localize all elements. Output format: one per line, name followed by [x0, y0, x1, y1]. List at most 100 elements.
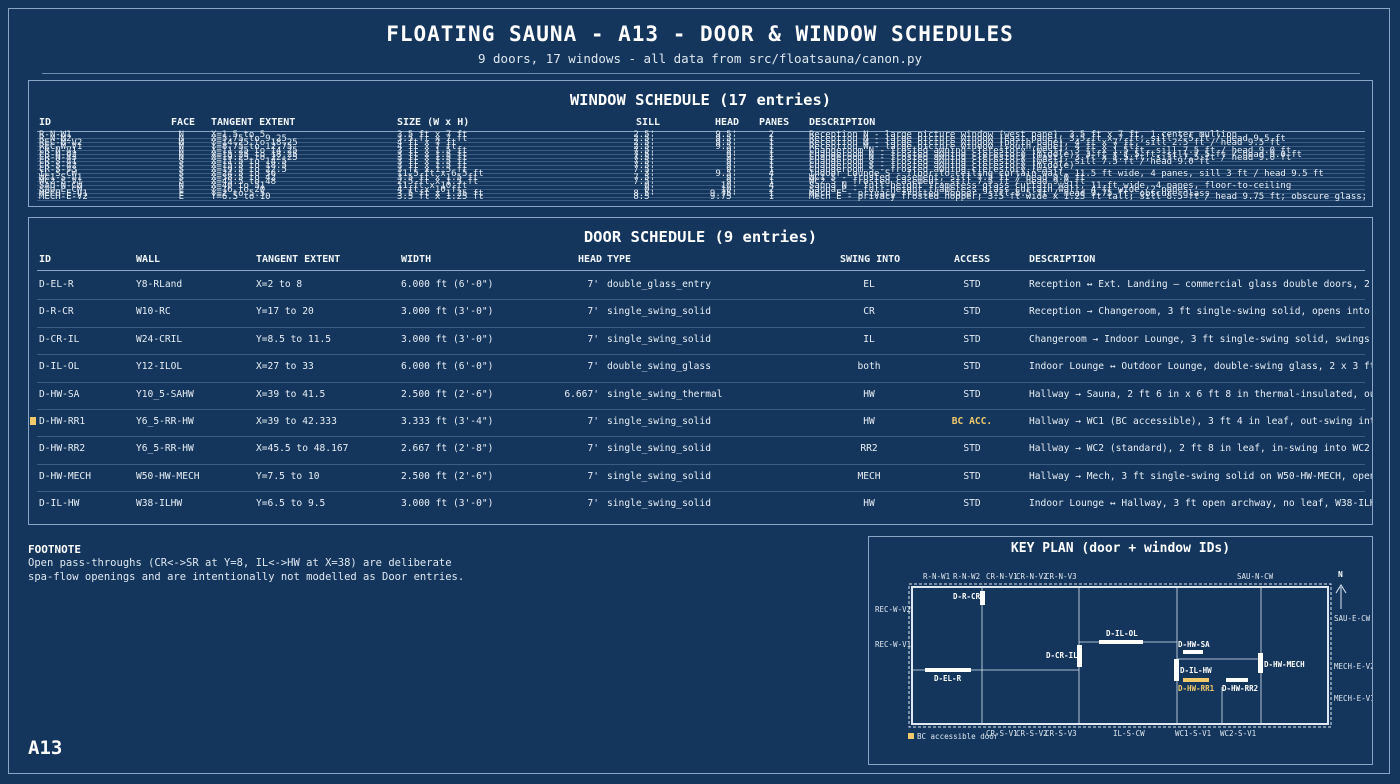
door-row-rule	[37, 409, 1365, 410]
kp-door-label: D-CR-IL	[1046, 651, 1078, 660]
window-cell: 3.5 ft x 1.25 ft	[397, 192, 484, 203]
door-cell-extent: X=27 to 33	[256, 361, 314, 373]
kp-bottom-label: CR-S-V2	[1016, 729, 1048, 738]
door-cell-type: single_swing_solid	[607, 470, 711, 482]
sheet-subtitle: 9 doors, 17 windows - all data from src/…	[477, 51, 922, 66]
door-cell-type: single_swing_solid	[607, 498, 711, 510]
window-cell: Mech E - privacy frosted hopper; 3.5 ft …	[809, 192, 1373, 203]
door-cell-wall: W50-HW-MECH	[136, 470, 200, 482]
footnote-line-2: spa-flow openings and are intentionally …	[28, 571, 465, 583]
kp-bottom-label: IL-S-CW	[1113, 729, 1145, 738]
sheet-number: A13	[28, 737, 63, 759]
door-mark-d-il-hw	[1174, 659, 1179, 681]
door-cell-width: 6.000 ft (6'-0")	[401, 279, 494, 290]
door-mark-d-hw-rr2	[1226, 678, 1248, 682]
kp-door-label: D-HW-RR2	[1222, 684, 1258, 693]
door-row-rule	[37, 354, 1365, 356]
door-cell-head: 7'	[587, 443, 599, 455]
kp-door-label-bc: D-HW-RR1	[1178, 684, 1215, 693]
door-header-id: ID	[39, 254, 52, 265]
door-cell-extent: X=2 to 8	[256, 279, 303, 290]
kp-top-label: R-N-W1	[923, 572, 950, 581]
door-schedule-panel: DOOR SCHEDULE (9 entries) ID WALL TANGEN…	[28, 217, 1373, 525]
door-row-rule	[37, 326, 1365, 328]
door-cell-swing: both	[857, 361, 881, 373]
door-cell-head: 7'	[587, 416, 599, 427]
door-cell-extent: X=39 to 42.333	[256, 416, 337, 427]
door-header-access: ACCESS	[954, 254, 991, 265]
door-cell-access: STD	[963, 443, 981, 455]
door-cell-access: STD	[963, 388, 981, 400]
door-cell-wall: Y10_5-SAHW	[136, 388, 194, 400]
door-cell-extent: Y=7.5 to 10	[256, 470, 320, 482]
door-row-rule	[37, 436, 1365, 438]
door-cell-access: STD	[963, 470, 981, 482]
door-cell-desc: Indoor Lounge ↔ Outdoor Lounge, double-s…	[1029, 361, 1372, 373]
window-cell: 8.5'	[633, 192, 655, 203]
door-cell-swing: HW	[863, 498, 875, 510]
kp-door-label: D-IL-HW	[1180, 666, 1212, 675]
door-row-rule	[37, 463, 1365, 465]
door-header-rule	[37, 270, 1365, 271]
kp-door-label: D-EL-R	[934, 674, 962, 683]
key-plan-panel: KEY PLAN (door + window IDs) R-N-W1 R-N-…	[868, 536, 1373, 765]
window-header-id: ID	[39, 117, 52, 128]
door-cell-id: D-CR-IL	[39, 333, 80, 345]
door-cell-id: D-HW-RR1	[39, 416, 86, 427]
door-row-rule	[37, 299, 1365, 301]
door-header-head: HEAD	[578, 254, 603, 265]
door-cell-swing: MECH	[857, 470, 881, 482]
door-cell-head: 6.667'	[564, 388, 599, 400]
door-cell-id: D-R-CR	[39, 306, 74, 318]
door-cell-type: single_swing_solid	[607, 333, 711, 345]
window-header-extent: TANGENT EXTENT	[211, 117, 296, 128]
window-header-sill: SILL	[636, 117, 661, 128]
window-header-panes: PANES	[759, 117, 790, 128]
north-arrow	[1335, 584, 1347, 609]
door-cell-swing: IL	[863, 333, 875, 345]
door-mark-d-hw-sa	[1183, 650, 1203, 654]
door-cell-desc: Changeroom → Indoor Lounge, 3 ft single-…	[1029, 333, 1372, 345]
door-cell-access: BC ACC.	[951, 416, 993, 427]
door-cell-type: single_swing_solid	[607, 443, 711, 455]
kp-top-label: R-N-W2	[953, 572, 980, 581]
door-mark-d-hw-mech	[1258, 653, 1263, 673]
door-mark-d-el-r	[925, 668, 971, 672]
door-cell-access: STD	[963, 306, 981, 318]
door-cell-desc: Hallway → Sauna, 2 ft 6 in x 6 ft 8 in t…	[1029, 388, 1372, 400]
kp-top-label: CR-N-V2	[1016, 572, 1048, 581]
door-cell-width: 3.000 ft (3'-0")	[401, 306, 494, 318]
door-cell-head: 7'	[587, 333, 599, 345]
window-header-face: FACE	[171, 117, 196, 128]
door-cell-head: 7'	[587, 306, 599, 318]
kp-left-label: REC-W-V1	[875, 640, 911, 649]
window-schedule-panel: WINDOW SCHEDULE (17 entries) ID FACE TAN…	[28, 80, 1373, 207]
kp-door-label: D-R-CR	[953, 592, 981, 601]
door-cell-swing: HW	[863, 416, 875, 427]
sheet-title: FLOATING SAUNA - A13 - DOOR & WINDOW SCH…	[386, 22, 1014, 46]
door-cell-type: single_swing_solid	[607, 306, 711, 318]
kp-right-label: MECH-E-V2	[1334, 662, 1373, 671]
door-cell-wall: W10-RC	[136, 306, 171, 318]
door-cell-swing: EL	[863, 279, 875, 290]
door-cell-access: STD	[963, 498, 981, 510]
kp-top-label: CR-N-V3	[1045, 572, 1077, 581]
key-plan-window-ring	[908, 583, 1332, 728]
door-cell-access: STD	[963, 333, 981, 345]
door-header-description: DESCRIPTION	[1029, 254, 1096, 265]
kp-bottom-label: WC2-S-V1	[1220, 729, 1256, 738]
kp-right-label: MECH-E-V1	[1334, 694, 1373, 703]
kp-door-label: D-HW-MECH	[1264, 660, 1305, 669]
door-cell-wall: Y6_5-RR-HW	[136, 416, 194, 427]
door-cell-swing: RR2	[860, 443, 878, 455]
door-cell-desc: Hallway → WC1 (BC accessible), 3 ft 4 in…	[1029, 416, 1372, 427]
door-cell-id: D-IL-OL	[39, 361, 80, 373]
window-cell: MECH-E-V2	[39, 192, 88, 203]
door-cell-desc: Hallway → Mech, 3 ft single-swing solid …	[1029, 470, 1372, 482]
key-plan-drawing: R-N-W1 R-N-W2 CR-N-V1 CR-N-V2 CR-N-V3 SA…	[875, 570, 1373, 741]
door-cell-desc: Reception → Changeroom, 3 ft single-swin…	[1029, 306, 1372, 318]
door-cell-head: 7'	[587, 361, 599, 373]
kp-left-label: REC-W-V2	[875, 605, 911, 614]
door-cell-type: single_swing_solid	[607, 416, 711, 427]
window-cell: 1	[768, 192, 774, 203]
